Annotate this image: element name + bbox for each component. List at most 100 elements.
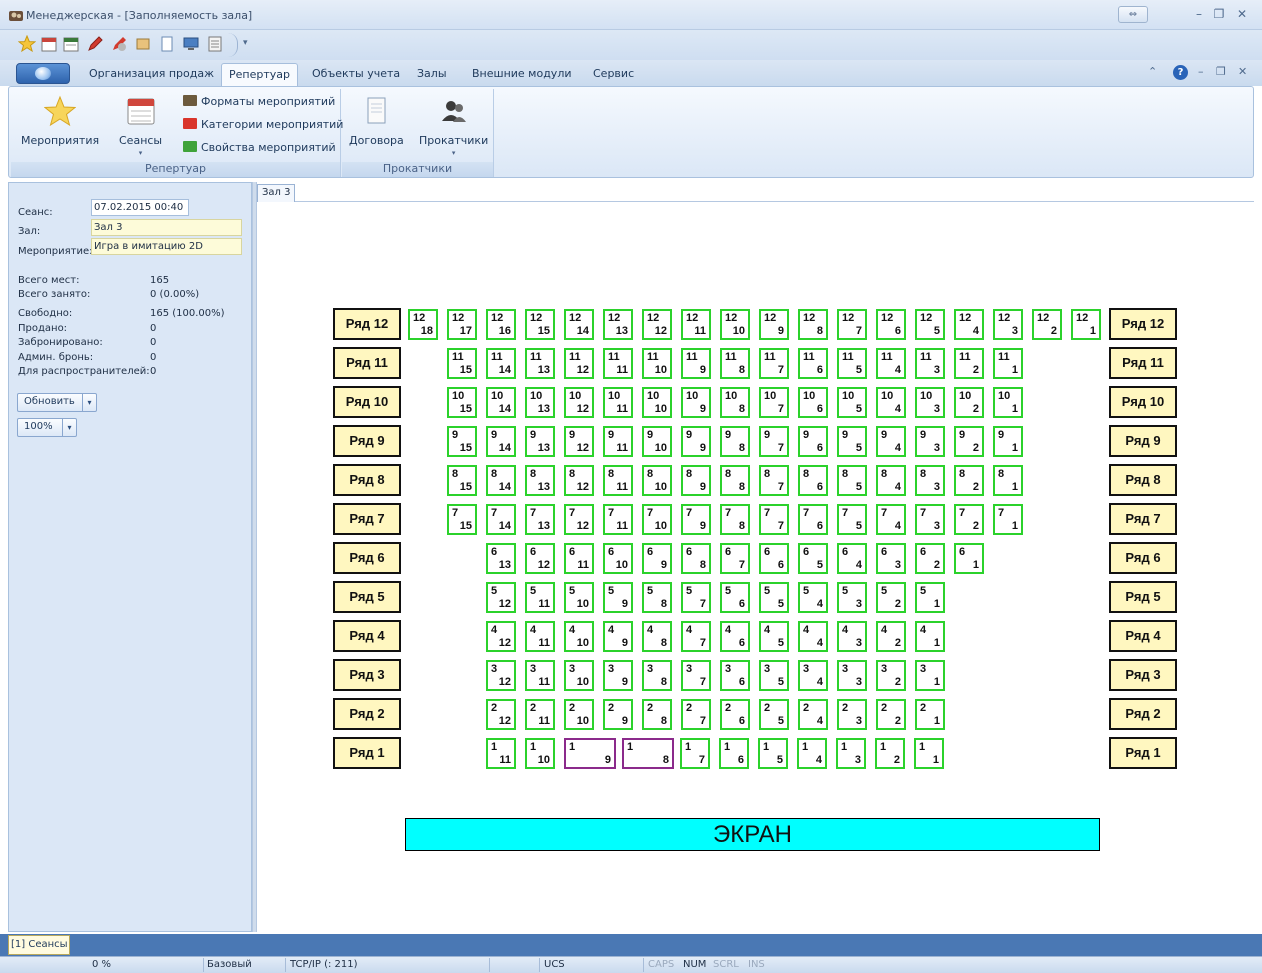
seat[interactable]: 6 13 (486, 543, 516, 574)
application-button[interactable] (16, 63, 70, 84)
seat[interactable]: 2 11 (525, 699, 555, 730)
seat[interactable]: 7 10 (642, 504, 672, 535)
seat[interactable]: 45 (759, 621, 789, 652)
tab-accounting-objects[interactable]: Объекты учета (312, 67, 400, 80)
seat[interactable]: 66 (759, 543, 789, 574)
seat[interactable]: 94 (876, 426, 906, 457)
seat[interactable]: 81 (993, 465, 1023, 496)
star-icon[interactable] (18, 35, 36, 53)
seat[interactable]: 12 13 (603, 309, 633, 340)
distributors-button[interactable]: Прокатчики ▾ (419, 95, 488, 157)
tab-service[interactable]: Сервис (593, 67, 634, 80)
seat[interactable]: 98 (720, 426, 750, 457)
seat[interactable]: 35 (759, 660, 789, 691)
seat[interactable]: 72 (954, 504, 984, 535)
seat[interactable]: 10 10 (642, 387, 672, 418)
seat[interactable]: 78 (720, 504, 750, 535)
seat[interactable]: 11 11 (603, 348, 633, 379)
seat[interactable]: 6 11 (564, 543, 594, 574)
seat[interactable]: 33 (837, 660, 867, 691)
seat[interactable]: 95 (837, 426, 867, 457)
seat[interactable]: 11 10 (642, 348, 672, 379)
seat[interactable]: 12 6 (876, 309, 906, 340)
seat[interactable]: 4 10 (564, 621, 594, 652)
seat[interactable]: 11 5 (837, 348, 867, 379)
seat[interactable]: 11 (914, 738, 944, 769)
seat[interactable]: 11 15 (447, 348, 477, 379)
seat[interactable]: 43 (837, 621, 867, 652)
seat[interactable]: 12 8 (798, 309, 828, 340)
seat[interactable]: 56 (720, 582, 750, 613)
seat[interactable]: 88 (720, 465, 750, 496)
seat[interactable]: 7 15 (447, 504, 477, 535)
seat[interactable]: 10 1 (993, 387, 1023, 418)
help-icon[interactable]: ? (1173, 65, 1188, 80)
seat[interactable]: 54 (798, 582, 828, 613)
edit-cancel-icon[interactable] (110, 35, 128, 53)
seat[interactable]: 9 10 (642, 426, 672, 457)
tab-external-modules[interactable]: Внешние модули (472, 67, 572, 80)
tab-repertoire[interactable]: Репертуар (221, 63, 298, 87)
seat-reserved[interactable]: 19 (564, 738, 616, 769)
seat[interactable]: 12 18 (408, 309, 438, 340)
zoom-dropdown-icon[interactable]: ▾ (62, 419, 76, 436)
seat[interactable]: 17 (680, 738, 710, 769)
seat-reserved[interactable]: 18 (622, 738, 674, 769)
toggle-toolbar-button[interactable]: ⇔ (1118, 6, 1148, 23)
seat[interactable]: 11 13 (525, 348, 555, 379)
document-icon[interactable] (158, 35, 176, 53)
seat[interactable]: 8 13 (525, 465, 555, 496)
seat[interactable]: 73 (915, 504, 945, 535)
seat[interactable]: 11 9 (681, 348, 711, 379)
monitor-icon[interactable] (182, 35, 200, 53)
tab-hall-3[interactable]: Зал 3 (257, 184, 296, 202)
seat[interactable]: 22 (876, 699, 906, 730)
seat[interactable]: 62 (915, 543, 945, 574)
tab-sessions[interactable]: [1] Сеансы (8, 935, 70, 955)
seat[interactable]: 11 7 (759, 348, 789, 379)
seat[interactable]: 96 (798, 426, 828, 457)
seat[interactable]: 10 14 (486, 387, 516, 418)
seat[interactable]: 11 6 (798, 348, 828, 379)
seat[interactable]: 7 14 (486, 504, 516, 535)
seat[interactable]: 11 8 (720, 348, 750, 379)
pencil-icon[interactable] (86, 35, 104, 53)
seat[interactable]: 10 15 (447, 387, 477, 418)
minimize-icon[interactable]: – (1192, 7, 1206, 21)
seat[interactable]: 12 15 (525, 309, 555, 340)
seat[interactable]: 76 (798, 504, 828, 535)
restore-icon[interactable]: ❐ (1212, 7, 1226, 21)
seat[interactable]: 26 (720, 699, 750, 730)
seat[interactable]: 10 6 (798, 387, 828, 418)
seat[interactable]: 84 (876, 465, 906, 496)
categories-button[interactable]: Категории мероприятий (183, 118, 343, 131)
seat[interactable]: 99 (681, 426, 711, 457)
seat[interactable]: 12 11 (681, 309, 711, 340)
customize-toolbar-icon[interactable]: ▾ (243, 38, 248, 48)
seat[interactable]: 10 9 (681, 387, 711, 418)
seat[interactable]: 85 (837, 465, 867, 496)
seat[interactable]: 9 14 (486, 426, 516, 457)
seat[interactable]: 63 (876, 543, 906, 574)
seat[interactable]: 21 (915, 699, 945, 730)
seat[interactable]: 12 1 (1071, 309, 1101, 340)
seat[interactable]: 91 (993, 426, 1023, 457)
seat[interactable]: 39 (603, 660, 633, 691)
seat[interactable]: 12 9 (759, 309, 789, 340)
seat[interactable]: 34 (798, 660, 828, 691)
seat[interactable]: 64 (837, 543, 867, 574)
seat[interactable]: 12 (875, 738, 905, 769)
events-button[interactable]: Мероприятия (21, 95, 99, 147)
seat[interactable]: 12 4 (954, 309, 984, 340)
seat[interactable]: 12 7 (837, 309, 867, 340)
calendar-icon[interactable] (40, 35, 58, 53)
close-icon[interactable]: ✕ (1235, 7, 1249, 21)
seat[interactable]: 2 12 (486, 699, 516, 730)
seat[interactable]: 25 (759, 699, 789, 730)
seat[interactable]: 10 13 (525, 387, 555, 418)
seat[interactable]: 11 2 (954, 348, 984, 379)
seat[interactable]: 12 3 (993, 309, 1023, 340)
seat[interactable]: 11 14 (486, 348, 516, 379)
tab-halls[interactable]: Залы (417, 67, 447, 80)
doc-restore-icon[interactable]: ❐ (1216, 65, 1226, 78)
